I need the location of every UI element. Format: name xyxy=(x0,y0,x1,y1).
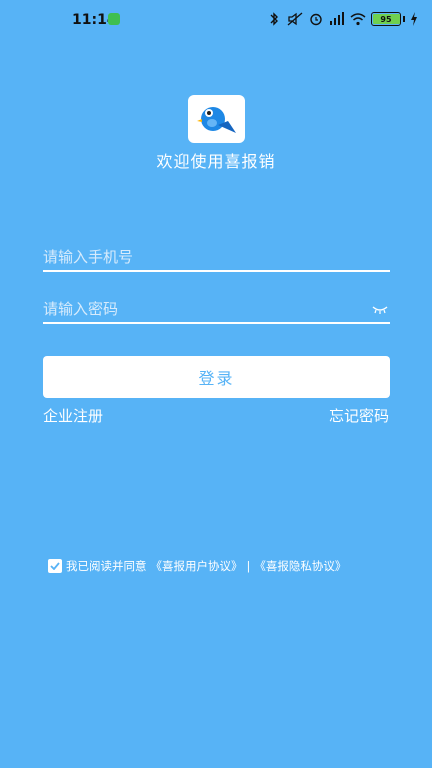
phone-input[interactable] xyxy=(43,244,343,270)
app-welcome-title: 欢迎使用喜报销 xyxy=(156,152,276,171)
forgot-password-link[interactable]: 忘记密码 xyxy=(329,405,389,426)
status-icons: 95 xyxy=(266,10,418,28)
wifi-icon xyxy=(350,13,366,26)
wechat-notification-icon xyxy=(108,13,120,25)
signal-icon xyxy=(330,12,344,25)
app-logo xyxy=(188,95,245,143)
agreement-row: 我已阅读并同意 《喜报用户协议》 | 《喜报隐私协议》 xyxy=(48,557,418,575)
agreement-text: 我已阅读并同意 xyxy=(66,559,147,573)
bluetooth-icon xyxy=(270,12,278,26)
charging-icon xyxy=(411,12,417,26)
alarm-icon xyxy=(310,13,322,26)
phone-field[interactable] xyxy=(43,244,390,272)
bird-logo-icon xyxy=(197,107,236,133)
battery-tip xyxy=(403,16,405,22)
battery-icon: 95 xyxy=(371,12,401,26)
password-input[interactable] xyxy=(43,296,343,322)
register-link[interactable]: 企业注册 xyxy=(43,405,103,426)
mute-icon xyxy=(287,12,303,26)
privacy-agreement-link[interactable]: 《喜报隐私协议》 xyxy=(254,558,346,574)
battery-level: 95 xyxy=(380,14,392,24)
checkmark-icon xyxy=(50,562,60,570)
agreement-separator: | xyxy=(246,559,251,573)
agreement-checkbox[interactable] xyxy=(48,559,62,573)
user-agreement-link[interactable]: 《喜报用户协议》 xyxy=(151,558,243,574)
password-field[interactable] xyxy=(43,296,390,324)
eye-closed-icon[interactable] xyxy=(372,304,388,314)
status-bar: 11:14 95 xyxy=(0,0,432,38)
login-button[interactable]: 登录 xyxy=(43,356,390,398)
